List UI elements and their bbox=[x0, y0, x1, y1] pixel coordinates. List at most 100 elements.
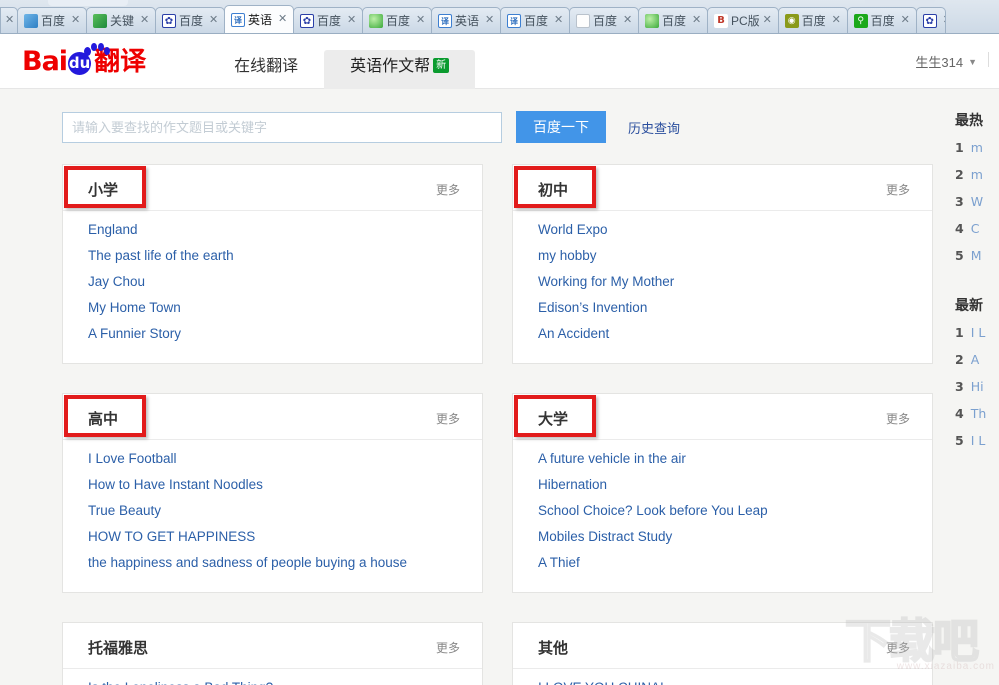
search-button[interactable]: 百度一下 bbox=[516, 111, 606, 143]
browser-tab[interactable]: ✿在✕ bbox=[916, 7, 946, 33]
card-more-link[interactable]: 更多 bbox=[886, 410, 910, 427]
close-icon[interactable]: ✕ bbox=[71, 15, 81, 26]
user-menu[interactable]: 生生314 ▼ bbox=[915, 52, 977, 71]
browser-tab[interactable]: 百度✕ bbox=[362, 7, 432, 33]
rail-rank: 5 bbox=[955, 433, 964, 448]
search-input[interactable] bbox=[62, 112, 502, 143]
essay-link[interactable]: How to Have Instant Noodles bbox=[88, 477, 263, 492]
browser-tab-title: PC版 bbox=[731, 12, 760, 29]
browser-tab[interactable]: 译英语✕ bbox=[431, 7, 501, 33]
essay-link[interactable]: My Home Town bbox=[88, 300, 181, 315]
rail-item-label: C bbox=[971, 221, 980, 236]
card-more-link[interactable]: 更多 bbox=[436, 410, 460, 427]
browser-tab[interactable]: 译百度✕ bbox=[500, 7, 570, 33]
close-icon[interactable]: ✕ bbox=[554, 15, 564, 26]
essay-link[interactable]: True Beauty bbox=[88, 503, 161, 518]
card-more-link[interactable]: 更多 bbox=[886, 639, 910, 656]
rail-item[interactable]: 2A bbox=[955, 352, 999, 367]
close-icon[interactable]: ✕ bbox=[5, 15, 15, 26]
essay-link[interactable]: World Expo bbox=[538, 222, 608, 237]
essay-link[interactable]: A future vehicle in the air bbox=[538, 451, 686, 466]
browser-tab[interactable]: ◉百度✕ bbox=[778, 7, 848, 33]
close-icon[interactable]: ✕ bbox=[140, 15, 150, 26]
browser-tab[interactable]: 译英语✕ bbox=[224, 5, 294, 33]
browser-tab[interactable]: 百度✕ bbox=[638, 7, 708, 33]
browser-tab[interactable]: 百度✕ bbox=[17, 7, 87, 33]
essay-link[interactable]: Edison’s Invention bbox=[538, 300, 647, 315]
rail-item-label: I L bbox=[971, 325, 986, 340]
rail-rank: 2 bbox=[955, 352, 964, 367]
browser-tab-title: 英语 bbox=[248, 11, 275, 28]
browser-tab[interactable]: BPC版✕ bbox=[707, 7, 779, 33]
search-green-icon: ⚲ bbox=[854, 14, 868, 28]
baidu-fanyi-logo[interactable]: Bai du 翻译 bbox=[22, 41, 146, 81]
close-icon[interactable]: ✕ bbox=[943, 15, 946, 26]
close-icon[interactable]: ✕ bbox=[832, 15, 842, 26]
close-icon[interactable]: ✕ bbox=[901, 15, 911, 26]
rail-title: 最热 bbox=[955, 110, 999, 130]
close-icon[interactable]: ✕ bbox=[623, 15, 633, 26]
browser-tab[interactable]: ✿百度✕ bbox=[155, 7, 225, 33]
rail-item[interactable]: 2m bbox=[955, 167, 999, 182]
card-header: 托福雅思 更多 bbox=[63, 623, 482, 669]
rail-item[interactable]: 1m bbox=[955, 140, 999, 155]
essay-link[interactable]: I LOVE YOU CHINA! bbox=[538, 680, 664, 685]
close-icon[interactable]: ✕ bbox=[278, 14, 288, 25]
close-icon[interactable]: ✕ bbox=[416, 15, 426, 26]
site-header: Bai du 翻译 在线翻译英语作文帮新 生生314 ▼ bbox=[0, 34, 999, 89]
essay-link[interactable]: Jay Chou bbox=[88, 274, 145, 289]
nav-item[interactable]: 英语作文帮新 bbox=[324, 50, 475, 88]
card-title: 大学 bbox=[538, 408, 568, 429]
essay-link[interactable]: School Choice? Look before You Leap bbox=[538, 503, 768, 518]
nav-item[interactable]: 在线翻译 bbox=[208, 50, 324, 88]
rail-item[interactable]: 1I L bbox=[955, 325, 999, 340]
essay-link[interactable]: the happiness and sadness of people buyi… bbox=[88, 555, 407, 570]
rail-item[interactable]: 3Hi bbox=[955, 379, 999, 394]
essay-link[interactable]: I Love Football bbox=[88, 451, 177, 466]
history-query-link[interactable]: 历史查询 bbox=[628, 118, 680, 137]
list-item: My Home Town bbox=[88, 299, 457, 317]
baidu-paw-icon: ✿ bbox=[300, 14, 314, 28]
essay-link[interactable]: A Funnier Story bbox=[88, 326, 181, 341]
essay-link[interactable]: Is the Loneliness a Bad Thing? bbox=[88, 680, 273, 685]
rail-item[interactable]: 3W bbox=[955, 194, 999, 209]
main-nav: 在线翻译英语作文帮新 bbox=[208, 34, 475, 89]
browser-tab-strip: ✕百度✕关键✕✿百度✕译英语✕✿百度✕百度✕译英语✕译百度✕百度✕百度✕BPC版… bbox=[0, 0, 999, 34]
browser-tab[interactable]: ✕ bbox=[0, 7, 18, 33]
card-more-link[interactable]: 更多 bbox=[436, 181, 460, 198]
browser-tab-title: 百度 bbox=[524, 12, 551, 29]
essay-link[interactable]: HOW TO GET HAPPINESS bbox=[88, 529, 255, 544]
card-more-link[interactable]: 更多 bbox=[436, 639, 460, 656]
rail-item-label: m bbox=[971, 167, 983, 182]
browser-tab[interactable]: 百度✕ bbox=[569, 7, 639, 33]
rail-item[interactable]: 4Th bbox=[955, 406, 999, 421]
essay-link[interactable]: A Thief bbox=[538, 555, 580, 570]
browser-tab[interactable]: ✿百度✕ bbox=[293, 7, 363, 33]
essay-link[interactable]: Working for My Mother bbox=[538, 274, 674, 289]
browser-tab[interactable]: 关键✕ bbox=[86, 7, 156, 33]
list-item: Mobiles Distract Study bbox=[538, 528, 907, 546]
essay-link[interactable]: The past life of the earth bbox=[88, 248, 234, 263]
list-item: A Thief bbox=[538, 554, 907, 572]
card-title: 托福雅思 bbox=[88, 637, 148, 658]
essay-link[interactable]: An Accident bbox=[538, 326, 609, 341]
close-icon[interactable]: ✕ bbox=[692, 15, 702, 26]
rail-item[interactable]: 4C bbox=[955, 221, 999, 236]
close-icon[interactable]: ✕ bbox=[209, 15, 219, 26]
essay-link[interactable]: Mobiles Distract Study bbox=[538, 529, 672, 544]
essay-list: World Expo my hobby Working for My Mother E… bbox=[513, 211, 932, 343]
essay-link[interactable]: England bbox=[88, 222, 138, 237]
essay-link[interactable]: my hobby bbox=[538, 248, 597, 263]
browser-tab-title: 百度 bbox=[179, 12, 206, 29]
close-icon[interactable]: ✕ bbox=[763, 15, 773, 26]
close-icon[interactable]: ✕ bbox=[485, 15, 495, 26]
category-card: 初中更多World Expomy hobbyWorking for My Mot… bbox=[512, 164, 933, 364]
globe-icon bbox=[369, 14, 383, 28]
card-more-link[interactable]: 更多 bbox=[886, 181, 910, 198]
close-icon[interactable]: ✕ bbox=[347, 15, 357, 26]
rail-item[interactable]: 5I L bbox=[955, 433, 999, 448]
user-name-label: 生生314 bbox=[915, 52, 963, 71]
rail-item[interactable]: 5M bbox=[955, 248, 999, 263]
essay-link[interactable]: Hibernation bbox=[538, 477, 607, 492]
browser-tab[interactable]: ⚲百度✕ bbox=[847, 7, 917, 33]
